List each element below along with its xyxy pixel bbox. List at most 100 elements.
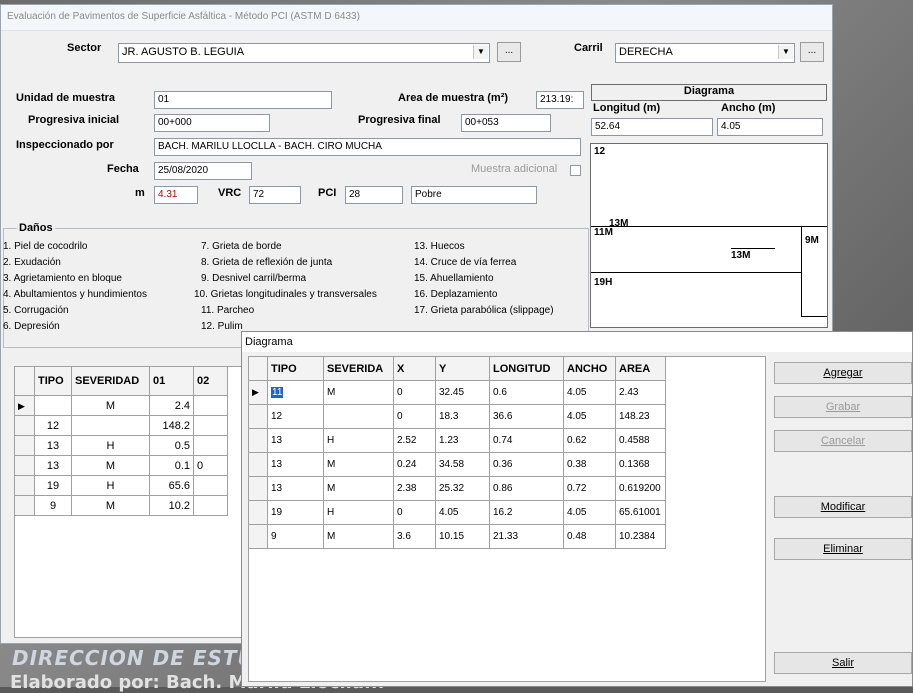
cell-area[interactable]: 148.23 (615, 404, 666, 429)
cell-y[interactable]: 10.15 (435, 524, 490, 549)
cell-tipo[interactable]: 19 (34, 475, 72, 496)
table-row[interactable]: ▶ M 2.4 (14, 395, 228, 416)
cell-longitud[interactable]: 0.36 (489, 452, 564, 477)
table-row[interactable]: 13 H 0.5 (14, 435, 228, 456)
row-selector-current[interactable]: ▶ (248, 380, 268, 405)
prog-final-field[interactable]: 00+053 (461, 114, 551, 132)
cell-tipo[interactable] (34, 395, 72, 416)
cell-01[interactable]: 148.2 (149, 415, 194, 436)
col-header-tipo[interactable]: TIPO (34, 366, 72, 396)
carril-combo[interactable]: DERECHA ▼ (615, 43, 795, 63)
m-field[interactable]: 4.31 (154, 186, 198, 204)
cell-tipo[interactable]: 9 (34, 495, 72, 516)
fecha-field[interactable]: 25/08/2020 (154, 162, 252, 180)
inspeccionado-field[interactable]: BACH. MARILU LLOCLLA - BACH. CIRO MUCHA (154, 138, 581, 156)
table-row[interactable]: 13 M 0.24 34.58 0.36 0.38 0.1368 (248, 452, 666, 477)
row-selector[interactable] (14, 415, 35, 436)
table-row[interactable]: 12 0 18.3 36.6 4.05 148.23 (248, 404, 666, 429)
cell-tipo[interactable]: 19 (267, 500, 324, 525)
cell-02[interactable] (193, 415, 228, 436)
cell-longitud[interactable]: 16.2 (489, 500, 564, 525)
cell-severidad[interactable]: H (71, 435, 150, 456)
cell-tipo[interactable]: 13 (267, 428, 324, 453)
row-selector-current[interactable]: ▶ (14, 395, 35, 416)
col-header-y[interactable]: Y (435, 356, 490, 381)
table-row[interactable]: 19 H 65.6 (14, 475, 228, 496)
cell-ancho[interactable]: 4.05 (563, 500, 616, 525)
cell-02[interactable] (193, 435, 228, 456)
cell-tipo[interactable]: 13 (267, 452, 324, 477)
cell-severidad[interactable]: M (71, 455, 150, 476)
row-selector[interactable] (248, 428, 268, 453)
cell-x[interactable]: 0.24 (393, 452, 436, 477)
cell-area[interactable]: 0.4588 (615, 428, 666, 453)
cell-01[interactable]: 10.2 (149, 495, 194, 516)
col-header-ancho[interactable]: ANCHO (563, 356, 616, 381)
cell-longitud[interactable]: 21.33 (489, 524, 564, 549)
chevron-down-icon[interactable]: ▼ (473, 45, 488, 59)
cell-01[interactable]: 0.1 (149, 455, 194, 476)
cell-longitud[interactable]: 0.6 (489, 380, 564, 405)
longitud-field[interactable]: 52.64 (591, 118, 713, 136)
cell-y[interactable]: 25.32 (435, 476, 490, 501)
cell-severidad[interactable]: M (71, 495, 150, 516)
cell-tipo[interactable]: 13 (34, 435, 72, 456)
diagram-canvas[interactable]: 12 13M 11M 9M 13M 19H (590, 143, 828, 328)
cell-x[interactable]: 0 (393, 404, 436, 429)
cell-02[interactable]: 0 (193, 455, 228, 476)
cell-x[interactable]: 3.6 (393, 524, 436, 549)
cell-severidad[interactable] (323, 404, 394, 429)
muestra-adicional-checkbox[interactable] (570, 165, 581, 176)
cell-area[interactable]: 65.61001 (615, 500, 666, 525)
cell-01[interactable]: 65.6 (149, 475, 194, 496)
cell-ancho[interactable]: 4.05 (563, 404, 616, 429)
cell-severidad[interactable]: H (71, 475, 150, 496)
row-selector[interactable] (248, 452, 268, 477)
pci-field[interactable]: 28 (345, 186, 403, 204)
cell-y[interactable]: 18.3 (435, 404, 490, 429)
cell-tipo[interactable]: 13 (34, 455, 72, 476)
cell-y[interactable]: 1.23 (435, 428, 490, 453)
eliminar-button[interactable]: Eliminar (774, 538, 912, 560)
cell-severidad[interactable]: M (71, 395, 150, 416)
table-row[interactable]: 12 148.2 (14, 415, 228, 436)
prog-inicial-field[interactable]: 00+000 (154, 114, 270, 132)
chevron-down-icon[interactable]: ▼ (778, 45, 793, 59)
col-header-area[interactable]: AREA (615, 356, 666, 381)
col-header-x[interactable]: X (393, 356, 436, 381)
table-row[interactable]: 13 M 2.38 25.32 0.86 0.72 0.619200 (248, 476, 666, 501)
carril-browse-button[interactable]: ... (800, 42, 824, 62)
area-field[interactable]: 213.19: (536, 91, 584, 109)
cell-tipo[interactable]: 9 (267, 524, 324, 549)
cell-x[interactable]: 0 (393, 500, 436, 525)
cell-severidad[interactable]: H (323, 500, 394, 525)
cell-ancho[interactable]: 0.38 (563, 452, 616, 477)
col-header-01[interactable]: 01 (149, 366, 194, 396)
cell-area[interactable]: 10.2384 (615, 524, 666, 549)
table-row[interactable]: 9 M 10.2 (14, 495, 228, 516)
summary-grid[interactable]: TIPO SEVERIDAD 01 02 ▶ M 2.4 12 148.2 13… (14, 366, 228, 516)
cell-severidad[interactable] (71, 415, 150, 436)
cell-tipo[interactable]: 13 (267, 476, 324, 501)
cell-severidad[interactable]: M (323, 524, 394, 549)
cancelar-button[interactable]: Cancelar (774, 430, 912, 452)
cell-area[interactable]: 0.619200 (615, 476, 666, 501)
cell-y[interactable]: 34.58 (435, 452, 490, 477)
ancho-field[interactable]: 4.05 (717, 118, 823, 136)
cell-02[interactable] (193, 475, 228, 496)
agregar-button[interactable]: Agregar (774, 362, 912, 384)
cell-x[interactable]: 2.38 (393, 476, 436, 501)
row-selector[interactable] (248, 476, 268, 501)
row-selector[interactable] (14, 495, 35, 516)
cell-ancho[interactable]: 0.48 (563, 524, 616, 549)
cell-02[interactable] (193, 495, 228, 516)
grabar-button[interactable]: Grabar (774, 396, 912, 418)
modificar-button[interactable]: Modificar (774, 496, 912, 518)
row-selector[interactable] (248, 524, 268, 549)
sector-combo[interactable]: JR. AGUSTO B. LEGUIA ▼ (118, 43, 490, 63)
col-header-severidad[interactable]: SEVERIDAD (71, 366, 150, 396)
col-header-severidad[interactable]: SEVERIDA (323, 356, 394, 381)
table-row[interactable]: 19 H 0 4.05 16.2 4.05 65.61001 (248, 500, 666, 525)
row-selector[interactable] (14, 435, 35, 456)
col-header-02[interactable]: 02 (193, 366, 228, 396)
